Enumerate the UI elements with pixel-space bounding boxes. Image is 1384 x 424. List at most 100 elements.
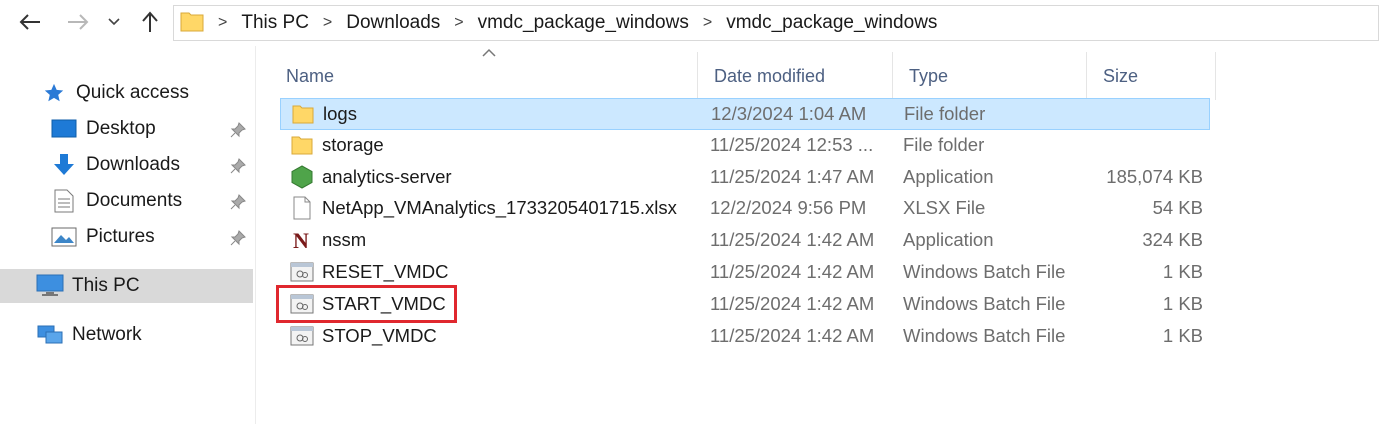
- nav-quick-access[interactable]: Quick access: [40, 76, 189, 110]
- batch-file-icon: [290, 324, 314, 348]
- network-icon: [36, 321, 64, 349]
- nav-item-label: This PC: [72, 275, 140, 296]
- file-type: XLSX File: [903, 197, 986, 219]
- nav-item-label: Network: [72, 324, 142, 345]
- nav-item-label: Downloads: [86, 154, 180, 175]
- file-row[interactable]: NetApp_VMAnalytics_1733205401715.xlsx 12/…: [280, 193, 1210, 225]
- nodejs-app-icon: [290, 165, 314, 189]
- nav-item-this-pc[interactable]: This PC: [0, 269, 253, 303]
- address-bar[interactable]: > This PC > Downloads > vmdc_package_win…: [173, 5, 1379, 41]
- file-list: Name Date modified Type Size logs 12/3/20…: [270, 46, 1384, 424]
- file-size: 1 KB: [1162, 292, 1203, 314]
- nav-item-documents[interactable]: Documents: [50, 184, 182, 218]
- folder-icon: [291, 102, 315, 126]
- file-name-cell[interactable]: Nnssm: [290, 225, 366, 255]
- file-type: File folder: [903, 133, 985, 155]
- file-type: Application: [903, 229, 994, 251]
- breadcrumb-separator: >: [218, 14, 228, 31]
- file-name: STOP_VMDC: [322, 324, 437, 346]
- file-name: nssm: [322, 229, 367, 251]
- file-date-modified: 11/25/2024 12:53 ...: [710, 133, 874, 155]
- documents-icon: [50, 187, 78, 215]
- navigation-pane: Quick access Desktop Downloads Documents…: [0, 46, 256, 424]
- file-size: 1 KB: [1162, 261, 1203, 282]
- pin-icon[interactable]: [230, 230, 246, 246]
- blank-file-icon: [290, 196, 314, 220]
- nav-quick-access-label: Quick access: [76, 82, 189, 103]
- nav-item-label: Documents: [86, 190, 183, 211]
- nav-item-desktop[interactable]: Desktop: [50, 112, 156, 146]
- pin-icon[interactable]: [230, 122, 246, 138]
- file-name-cell[interactable]: logs: [291, 99, 357, 129]
- file-row[interactable]: Nnssm 11/25/2024 1:42 AM Application 324 KB: [280, 225, 1210, 257]
- file-size: 1 KB: [1162, 324, 1203, 346]
- file-date-modified: 11/25/2024 1:42 AM: [710, 324, 875, 346]
- file-date-modified: 12/2/2024 9:56 PM: [710, 197, 867, 219]
- file-date-modified: 11/25/2024 1:47 AM: [710, 165, 875, 187]
- nav-item-label: Desktop: [86, 118, 156, 139]
- forward-button[interactable]: [64, 8, 92, 36]
- file-size: 324 KB: [1142, 229, 1203, 251]
- file-name-cell[interactable]: NetApp_VMAnalytics_1733205401715.xlsx: [290, 193, 677, 223]
- file-row[interactable]: logs 12/3/2024 1:04 AM File folder: [280, 98, 1210, 130]
- star-icon: [40, 79, 68, 107]
- breadcrumb-vmdc-package-windows-current[interactable]: vmdc_package_windows: [726, 12, 937, 34]
- file-date-modified: 11/25/2024 1:42 AM: [710, 261, 875, 282]
- breadcrumb-separator[interactable]: >: [703, 14, 712, 32]
- recent-locations-button[interactable]: [104, 8, 124, 36]
- file-name-cell[interactable]: STOP_VMDC: [290, 321, 437, 351]
- svg-text:N: N: [293, 228, 309, 252]
- nav-item-label: Pictures: [86, 226, 155, 247]
- breadcrumb-separator[interactable]: >: [323, 14, 332, 32]
- back-button[interactable]: [16, 8, 44, 36]
- file-type: Windows Batch File: [903, 324, 1066, 346]
- breadcrumb-this-pc[interactable]: This PC: [241, 12, 309, 34]
- column-header-row: Name Date modified Type Size: [270, 52, 1216, 100]
- desktop-icon: [50, 115, 78, 143]
- file-name: storage: [322, 133, 384, 155]
- file-name: logs: [323, 103, 357, 124]
- file-name-cell[interactable]: analytics-server: [290, 162, 452, 192]
- file-row[interactable]: analytics-server 11/25/2024 1:47 AM Applic…: [280, 162, 1210, 194]
- column-header-name[interactable]: Name: [270, 52, 698, 100]
- forward-arrow-icon: [68, 14, 89, 30]
- file-date-modified: 11/25/2024 1:42 AM: [710, 292, 875, 314]
- nav-item-network[interactable]: Network: [36, 318, 142, 352]
- column-header-size[interactable]: Size: [1087, 52, 1216, 100]
- breadcrumb-vmdc-package-windows[interactable]: vmdc_package_windows: [478, 12, 689, 34]
- file-name: analytics-server: [322, 165, 452, 187]
- file-row[interactable]: storage 11/25/2024 12:53 ... File folder: [280, 130, 1210, 162]
- highlight-annotation: [276, 285, 457, 323]
- batch-file-icon: [290, 260, 314, 284]
- breadcrumb-downloads[interactable]: Downloads: [346, 12, 440, 34]
- file-name-cell[interactable]: RESET_VMDC: [290, 257, 448, 287]
- file-type: File folder: [904, 103, 986, 124]
- downloads-icon: [50, 151, 78, 179]
- file-name: RESET_VMDC: [322, 261, 449, 282]
- file-name-cell[interactable]: storage: [290, 130, 384, 160]
- nav-item-pictures[interactable]: Pictures: [50, 220, 155, 254]
- nssm-app-icon: N: [290, 228, 314, 252]
- breadcrumb-separator[interactable]: >: [454, 14, 463, 32]
- file-row[interactable]: STOP_VMDC 11/25/2024 1:42 AM Windows Batch…: [280, 321, 1210, 353]
- nav-item-downloads[interactable]: Downloads: [50, 148, 180, 182]
- file-name: NetApp_VMAnalytics_1733205401715.xlsx: [322, 197, 677, 219]
- file-date-modified: 12/3/2024 1:04 AM: [711, 103, 867, 124]
- column-header-date-modified[interactable]: Date modified: [698, 52, 893, 100]
- file-size: 54 KB: [1152, 197, 1203, 219]
- back-arrow-icon: [19, 14, 40, 30]
- column-header-type[interactable]: Type: [893, 52, 1087, 100]
- navigation-bar: > This PC > Downloads > vmdc_package_win…: [0, 0, 1384, 46]
- chevron-down-icon: [108, 18, 120, 26]
- file-type: Application: [903, 165, 994, 187]
- file-date-modified: 11/25/2024 1:42 AM: [710, 229, 875, 251]
- file-size: 185,074 KB: [1106, 165, 1203, 187]
- up-button[interactable]: [136, 8, 164, 36]
- file-type: Windows Batch File: [903, 261, 1066, 282]
- folder-icon: [180, 10, 204, 37]
- computer-icon: [36, 272, 64, 300]
- folder-icon: [290, 133, 314, 157]
- pin-icon[interactable]: [230, 158, 246, 174]
- pin-icon[interactable]: [230, 194, 246, 210]
- pictures-icon: [50, 223, 78, 251]
